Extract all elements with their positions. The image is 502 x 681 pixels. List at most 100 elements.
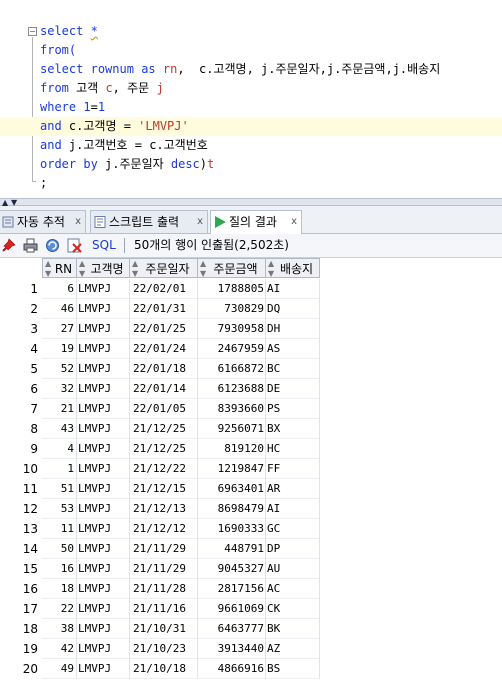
- code-line[interactable]: from(: [0, 41, 502, 60]
- destination-cell[interactable]: BC: [266, 359, 320, 379]
- rn-cell[interactable]: 46: [42, 299, 77, 319]
- destination-cell[interactable]: DP: [266, 539, 320, 559]
- destination-cell[interactable]: BX: [266, 419, 320, 439]
- tab-query-result[interactable]: 질의 결과 x: [210, 210, 302, 234]
- order-date-cell[interactable]: 21/12/25: [130, 439, 198, 459]
- customer-name-cell[interactable]: LMVPJ: [77, 339, 130, 359]
- refresh-sql-icon[interactable]: [45, 238, 60, 253]
- destination-cell[interactable]: DQ: [266, 299, 320, 319]
- order-date-cell[interactable]: 21/11/28: [130, 579, 198, 599]
- customer-name-cell[interactable]: LMVPJ: [77, 659, 130, 679]
- column-header-rn[interactable]: ▲ ▼ RN: [42, 258, 77, 278]
- order-amount-cell[interactable]: 6123688: [198, 379, 266, 399]
- destination-cell[interactable]: CK: [266, 599, 320, 619]
- order-date-cell[interactable]: 21/11/29: [130, 559, 198, 579]
- close-icon[interactable]: x: [197, 211, 203, 233]
- rn-cell[interactable]: 49: [42, 659, 77, 679]
- rn-cell[interactable]: 19: [42, 339, 77, 359]
- order-date-cell[interactable]: 22/01/18: [130, 359, 198, 379]
- code-line[interactable]: and j.고객번호 = c.고객번호: [0, 136, 502, 155]
- table-row[interactable]: 11 51 LMVPJ 21/12/15 6963401 AR: [0, 479, 320, 499]
- order-amount-cell[interactable]: 730829: [198, 299, 266, 319]
- order-date-cell[interactable]: 21/12/15: [130, 479, 198, 499]
- customer-name-cell[interactable]: LMVPJ: [77, 599, 130, 619]
- code-line-current[interactable]: and c.고객명 = 'LMVPJ': [0, 117, 502, 136]
- panel-splitter[interactable]: ▲ ▼: [0, 198, 502, 207]
- order-amount-cell[interactable]: 3913440: [198, 639, 266, 659]
- rn-cell[interactable]: 32: [42, 379, 77, 399]
- pin-icon[interactable]: [2, 238, 17, 253]
- order-amount-cell[interactable]: 8393660: [198, 399, 266, 419]
- destination-cell[interactable]: BK: [266, 619, 320, 639]
- column-header-order-amount[interactable]: ▲ ▼ 주문금액: [198, 258, 266, 278]
- destination-cell[interactable]: AS: [266, 339, 320, 359]
- destination-cell[interactable]: BS: [266, 659, 320, 679]
- rn-cell[interactable]: 38: [42, 619, 77, 639]
- table-row[interactable]: 14 50 LMVPJ 21/11/29 448791 DP: [0, 539, 320, 559]
- rn-cell[interactable]: 4: [42, 439, 77, 459]
- order-amount-cell[interactable]: 7930958: [198, 319, 266, 339]
- destination-cell[interactable]: GC: [266, 519, 320, 539]
- destination-cell[interactable]: DH: [266, 319, 320, 339]
- rn-cell[interactable]: 43: [42, 419, 77, 439]
- table-row[interactable]: 20 49 LMVPJ 21/10/18 4866916 BS: [0, 659, 320, 679]
- order-date-cell[interactable]: 22/01/24: [130, 339, 198, 359]
- rn-cell[interactable]: 52: [42, 359, 77, 379]
- rn-cell[interactable]: 53: [42, 499, 77, 519]
- close-icon[interactable]: x: [75, 211, 81, 233]
- order-amount-cell[interactable]: 6463777: [198, 619, 266, 639]
- rn-cell[interactable]: 51: [42, 479, 77, 499]
- customer-name-cell[interactable]: LMVPJ: [77, 519, 130, 539]
- order-amount-cell[interactable]: 819120: [198, 439, 266, 459]
- customer-name-cell[interactable]: LMVPJ: [77, 459, 130, 479]
- sql-editor[interactable]: − select * from( select rownum as rn, c.…: [0, 0, 502, 198]
- order-amount-cell[interactable]: 2467959: [198, 339, 266, 359]
- print-icon[interactable]: [23, 238, 38, 253]
- order-date-cell[interactable]: 21/12/25: [130, 419, 198, 439]
- table-row[interactable]: 13 11 LMVPJ 21/12/12 1690333 GC: [0, 519, 320, 539]
- table-row[interactable]: 8 43 LMVPJ 21/12/25 9256071 BX: [0, 419, 320, 439]
- code-line[interactable]: from 고객 c, 주문 j: [0, 79, 502, 98]
- rn-cell[interactable]: 11: [42, 519, 77, 539]
- rn-cell[interactable]: 18: [42, 579, 77, 599]
- result-grid[interactable]: ▲ ▼ RN ▲ ▼ 고객명 ▲ ▼ 주문일자 ▲ ▼ 주문금액 ▲ ▼ 배송지 1 6 LMVPJ 22…: [0, 258, 502, 681]
- close-icon[interactable]: x: [291, 211, 297, 233]
- order-date-cell[interactable]: 21/10/31: [130, 619, 198, 639]
- customer-name-cell[interactable]: LMVPJ: [77, 639, 130, 659]
- order-date-cell[interactable]: 21/12/22: [130, 459, 198, 479]
- table-row[interactable]: 17 22 LMVPJ 21/11/16 9661069 CK: [0, 599, 320, 619]
- table-row[interactable]: 1 6 LMVPJ 22/02/01 1788805 AI: [0, 279, 320, 299]
- code-line[interactable]: order by j.주문일자 desc)t: [0, 155, 502, 174]
- customer-name-cell[interactable]: LMVPJ: [77, 299, 130, 319]
- table-row[interactable]: 15 16 LMVPJ 21/11/29 9045327 AU: [0, 559, 320, 579]
- order-date-cell[interactable]: 21/10/18: [130, 659, 198, 679]
- destination-cell[interactable]: HC: [266, 439, 320, 459]
- order-date-cell[interactable]: 22/02/01: [130, 279, 198, 299]
- destination-cell[interactable]: DE: [266, 379, 320, 399]
- customer-name-cell[interactable]: LMVPJ: [77, 479, 130, 499]
- order-amount-cell[interactable]: 448791: [198, 539, 266, 559]
- table-row[interactable]: 19 42 LMVPJ 21/10/23 3913440 AZ: [0, 639, 320, 659]
- customer-name-cell[interactable]: LMVPJ: [77, 579, 130, 599]
- customer-name-cell[interactable]: LMVPJ: [77, 319, 130, 339]
- table-row[interactable]: 9 4 LMVPJ 21/12/25 819120 HC: [0, 439, 320, 459]
- order-amount-cell[interactable]: 4866916: [198, 659, 266, 679]
- order-amount-cell[interactable]: 2817156: [198, 579, 266, 599]
- order-date-cell[interactable]: 22/01/25: [130, 319, 198, 339]
- customer-name-cell[interactable]: LMVPJ: [77, 619, 130, 639]
- cancel-fetch-icon[interactable]: [67, 238, 82, 253]
- rn-cell[interactable]: 27: [42, 319, 77, 339]
- destination-cell[interactable]: AR: [266, 479, 320, 499]
- rn-cell[interactable]: 22: [42, 599, 77, 619]
- order-date-cell[interactable]: 22/01/05: [130, 399, 198, 419]
- order-amount-cell[interactable]: 9045327: [198, 559, 266, 579]
- table-row[interactable]: 5 52 LMVPJ 22/01/18 6166872 BC: [0, 359, 320, 379]
- order-amount-cell[interactable]: 1788805: [198, 279, 266, 299]
- rn-cell[interactable]: 21: [42, 399, 77, 419]
- order-date-cell[interactable]: 22/01/31: [130, 299, 198, 319]
- destination-cell[interactable]: FF: [266, 459, 320, 479]
- destination-cell[interactable]: AU: [266, 559, 320, 579]
- customer-name-cell[interactable]: LMVPJ: [77, 499, 130, 519]
- customer-name-cell[interactable]: LMVPJ: [77, 379, 130, 399]
- column-header-order-date[interactable]: ▲ ▼ 주문일자: [130, 258, 198, 278]
